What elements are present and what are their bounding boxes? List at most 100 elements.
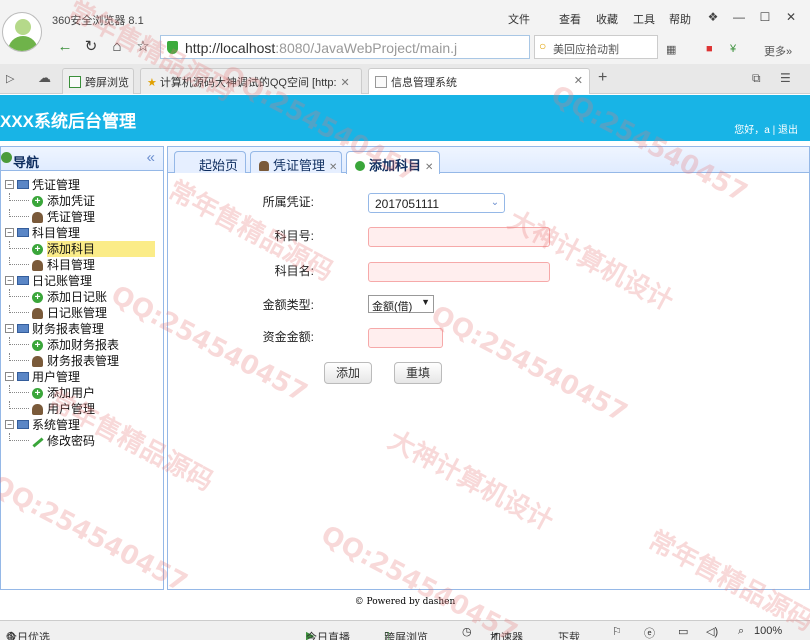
close-tab-icon[interactable]: ✕ bbox=[329, 162, 337, 173]
nav-group[interactable]: − 财务报表管理 bbox=[1, 321, 163, 337]
close-button[interactable]: ✕ bbox=[780, 8, 802, 26]
sidebar-toggle-icon[interactable]: ▷ bbox=[6, 72, 14, 85]
browser-tab-crossscreen[interactable]: 跨屏浏览 bbox=[62, 68, 134, 94]
add-button[interactable]: 添加 bbox=[324, 362, 372, 384]
grid-icon[interactable]: ▦ bbox=[666, 43, 676, 56]
zoom-level[interactable]: 100% bbox=[754, 625, 782, 637]
globe-icon bbox=[1, 152, 12, 163]
voucher-select[interactable]: 2017051111 ⌄ bbox=[368, 193, 505, 213]
amount-input[interactable] bbox=[368, 328, 443, 348]
amount-label: 资金金额: bbox=[262, 330, 314, 344]
user-icon bbox=[32, 404, 43, 415]
menu-file[interactable]: 文件 bbox=[508, 11, 530, 27]
nav-item[interactable]: + 添加财务报表 bbox=[1, 337, 163, 353]
close-tab-icon[interactable]: ✕ bbox=[574, 74, 583, 87]
nav-group[interactable]: − 日记账管理 bbox=[1, 273, 163, 289]
collapse-toggle-icon[interactable]: − bbox=[5, 180, 14, 189]
nav-item[interactable]: + 添加凭证 bbox=[1, 193, 163, 209]
refresh-icon[interactable]: ↻ bbox=[80, 36, 102, 58]
menu-view[interactable]: 查看 bbox=[559, 11, 581, 27]
browser-tab-info-system[interactable]: 信息管理系统 ✕ bbox=[368, 68, 590, 94]
close-tab-icon[interactable]: ✕ bbox=[341, 77, 350, 89]
nav-group[interactable]: − 凭证管理 bbox=[1, 177, 163, 193]
tab-list-icon[interactable]: ☰ bbox=[780, 71, 791, 85]
computer-icon bbox=[17, 372, 29, 381]
flag-icon[interactable]: ⚐ bbox=[612, 625, 622, 638]
collapse-toggle-icon[interactable]: − bbox=[5, 276, 14, 285]
home-icon[interactable]: ⌂ bbox=[106, 36, 128, 58]
nav-item[interactable]: 凭证管理 bbox=[1, 209, 163, 225]
add-icon: + bbox=[32, 340, 43, 351]
nav-item[interactable]: + 添加日记账 bbox=[1, 289, 163, 305]
nav-group[interactable]: − 系统管理 bbox=[1, 417, 163, 433]
tab-home[interactable]: 起始页 bbox=[174, 151, 246, 173]
tab-add-subject[interactable]: 添加科目 ✕ bbox=[346, 151, 440, 174]
nav-group-label: 财务报表管理 bbox=[32, 322, 105, 336]
chevron-down-icon: ⌄ bbox=[490, 197, 500, 208]
nav-item[interactable]: + 添加用户 bbox=[1, 385, 163, 401]
amount-type-select[interactable]: 金额(借) ▼ bbox=[368, 295, 434, 313]
nav-item-label: 添加科目 bbox=[47, 241, 156, 257]
minimize-button[interactable]: — bbox=[728, 8, 750, 26]
reset-button[interactable]: 重填 bbox=[394, 362, 442, 384]
user-icon bbox=[259, 161, 269, 171]
gift-icon[interactable]: ■ bbox=[706, 43, 713, 55]
content-tabs: 起始页 凭证管理 ✕ 添加科目 ✕ bbox=[168, 147, 809, 174]
back-icon[interactable]: ← bbox=[54, 36, 76, 58]
collapse-toggle-icon[interactable]: − bbox=[5, 228, 14, 237]
nav-item[interactable]: 日记账管理 bbox=[1, 305, 163, 321]
nav-item[interactable]: 修改密码 bbox=[1, 433, 163, 449]
nav-tree: − 凭证管理 + 添加凭证 凭证管理 − 科目管理 + 添加科目 科目管理 − 日记账管理 + 添加日记账… bbox=[1, 177, 163, 449]
zoom-icon[interactable]: ⌕ bbox=[738, 625, 744, 638]
user-avatar[interactable] bbox=[2, 12, 42, 52]
close-tab-icon[interactable]: ✕ bbox=[425, 162, 433, 173]
computer-icon bbox=[17, 228, 29, 237]
sidebar-header: 导航 « bbox=[1, 147, 163, 171]
maximize-button[interactable]: ☐ bbox=[754, 8, 776, 26]
collapse-toggle-icon[interactable]: − bbox=[5, 324, 14, 333]
add-icon: + bbox=[32, 196, 43, 207]
favorite-star-icon[interactable]: ☆ bbox=[132, 36, 154, 58]
url-input[interactable]: http://localhost:8080/JavaWebProject/mai… bbox=[160, 35, 530, 59]
nav-group[interactable]: − 科目管理 bbox=[1, 225, 163, 241]
browser-tab-qqspace[interactable]: ★ 计算机源码大神调试的QQ空间 [http: ✕ bbox=[140, 68, 362, 94]
nav-item-label: 修改密码 bbox=[47, 434, 96, 448]
browser-tab-bar: ▷ ☁ 跨屏浏览 ★ 计算机源码大神调试的QQ空间 [http: ✕ 信息管理系统 ✕… bbox=[0, 64, 810, 94]
cloud-icon[interactable]: ☁ bbox=[38, 70, 51, 86]
dropdown-arrow-icon: ▼ bbox=[421, 297, 430, 307]
address-bar: ← ↻ ⌂ ☆ http://localhost:8080/JavaWebPro… bbox=[0, 30, 810, 64]
more-menu[interactable]: 更多» bbox=[764, 43, 792, 59]
new-tab-button[interactable]: + bbox=[598, 69, 607, 87]
menu-tools[interactable]: 工具 bbox=[633, 11, 655, 27]
nav-item[interactable]: + 添加科目 bbox=[1, 241, 163, 257]
menu-favorites[interactable]: 收藏 bbox=[596, 11, 618, 27]
collapse-icon[interactable]: « bbox=[147, 149, 155, 166]
nav-item-label: 日记账管理 bbox=[47, 306, 108, 320]
menu-help[interactable]: 帮助 bbox=[669, 11, 691, 27]
nav-group[interactable]: − 用户管理 bbox=[1, 369, 163, 385]
sidebar-title: 导航 bbox=[13, 155, 40, 170]
user-greeting[interactable]: 您好，a | 退出 bbox=[734, 121, 798, 136]
nav-item[interactable]: 科目管理 bbox=[1, 257, 163, 273]
screen-icon[interactable]: ▭ bbox=[678, 625, 688, 638]
ie-icon[interactable]: ⓔ bbox=[644, 625, 655, 640]
currency-icon[interactable]: ¥ bbox=[730, 43, 736, 55]
computer-icon bbox=[17, 420, 29, 429]
skin-icon[interactable]: ❖ bbox=[702, 8, 724, 26]
tab-voucher-management[interactable]: 凭证管理 ✕ bbox=[250, 151, 342, 173]
nav-group-label: 日记账管理 bbox=[32, 274, 93, 288]
computer-icon bbox=[17, 324, 29, 333]
nav-sidebar: 导航 « − 凭证管理 + 添加凭证 凭证管理 − 科目管理 + 添加科目 科目管理 − 日记账管理 +… bbox=[0, 146, 164, 590]
subject-no-label: 科目号: bbox=[274, 229, 314, 243]
nav-item[interactable]: 用户管理 bbox=[1, 401, 163, 417]
collapse-toggle-icon[interactable]: − bbox=[5, 372, 14, 381]
collapse-toggle-icon[interactable]: − bbox=[5, 420, 14, 429]
nav-item-label: 添加财务报表 bbox=[47, 338, 120, 352]
subject-name-input[interactable] bbox=[368, 262, 550, 282]
volume-icon[interactable]: ◁) bbox=[706, 625, 718, 638]
subject-no-input[interactable] bbox=[368, 227, 550, 247]
clock-icon[interactable]: ◷ bbox=[462, 625, 472, 638]
search-input[interactable]: ○ 美回应拾动割 bbox=[534, 35, 658, 59]
tab-restore-icon[interactable]: ⧉ bbox=[752, 71, 761, 86]
nav-item[interactable]: 财务报表管理 bbox=[1, 353, 163, 369]
